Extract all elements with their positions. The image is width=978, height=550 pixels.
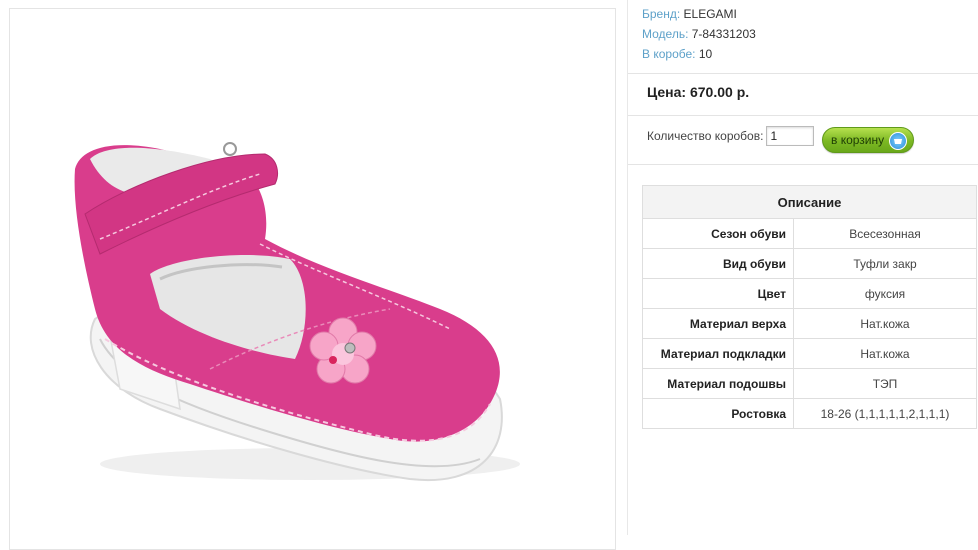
meta-brand-value: ELEGAMI <box>683 7 737 21</box>
column-divider <box>627 0 628 535</box>
meta-model-value: 7-84331203 <box>691 27 756 41</box>
spec-key: Материал верха <box>642 308 794 339</box>
spec-key: Материал подошвы <box>642 368 794 399</box>
divider-top <box>628 73 978 74</box>
description-title: Описание <box>642 185 977 219</box>
table-row: Вид обуви Туфли закр <box>642 248 977 279</box>
table-row: Материал верха Нат.кожа <box>642 308 977 339</box>
spec-key: Цвет <box>642 278 794 309</box>
meta-box-value: 10 <box>698 47 713 61</box>
spec-value: Нат.кожа <box>793 308 977 339</box>
spec-value: Туфли закр <box>793 248 977 279</box>
spec-value: ТЭП <box>793 368 977 399</box>
spec-value: фуксия <box>793 278 977 309</box>
spec-key: Вид обуви <box>642 248 794 279</box>
table-row: Материал подкладки Нат.кожа <box>642 338 977 369</box>
meta-brand-label: Бренд: <box>642 7 681 21</box>
meta-brand: Бренд: ELEGAMI <box>642 4 756 24</box>
meta-model: Модель: 7-84331203 <box>642 24 756 44</box>
meta-box-label: В коробе: <box>642 47 696 61</box>
spec-value: Нат.кожа <box>793 338 977 369</box>
add-to-cart-button[interactable]: в корзину <box>822 127 914 153</box>
table-row: Цвет фуксия <box>642 278 977 309</box>
product-meta: Бренд: ELEGAMI Модель: 7-84331203 В коро… <box>642 4 756 64</box>
divider-cart <box>628 164 978 165</box>
spec-value: Всесезонная <box>793 218 977 249</box>
divider-price <box>628 115 978 116</box>
spec-value: 18-26 (1,1,1,1,1,2,1,1,1) <box>793 398 977 429</box>
description-header: Описание <box>642 185 977 219</box>
table-row: Сезон обуви Всесезонная <box>642 218 977 249</box>
meta-box: В коробе: 10 <box>642 44 756 64</box>
spec-key: Сезон обуви <box>642 218 794 249</box>
add-to-cart-label: в корзину <box>831 133 885 147</box>
spec-key: Ростовка <box>642 398 794 429</box>
table-row: Материал подошвы ТЭП <box>642 368 977 399</box>
product-image-frame[interactable] <box>9 8 616 550</box>
table-row: Ростовка 18-26 (1,1,1,1,1,2,1,1,1) <box>642 398 977 429</box>
product-image <box>74 142 520 482</box>
description-table: Описание Сезон обуви Всесезонная Вид обу… <box>642 185 977 429</box>
product-price: Цена: 670.00 р. <box>647 84 750 100</box>
quantity-input[interactable] <box>766 126 815 146</box>
spec-key: Материал подкладки <box>642 338 794 369</box>
quantity-row: Количество коробов: <box>647 126 815 146</box>
meta-model-label: Модель: <box>642 27 689 41</box>
quantity-label: Количество коробов: <box>647 129 764 143</box>
basket-icon <box>889 132 907 150</box>
